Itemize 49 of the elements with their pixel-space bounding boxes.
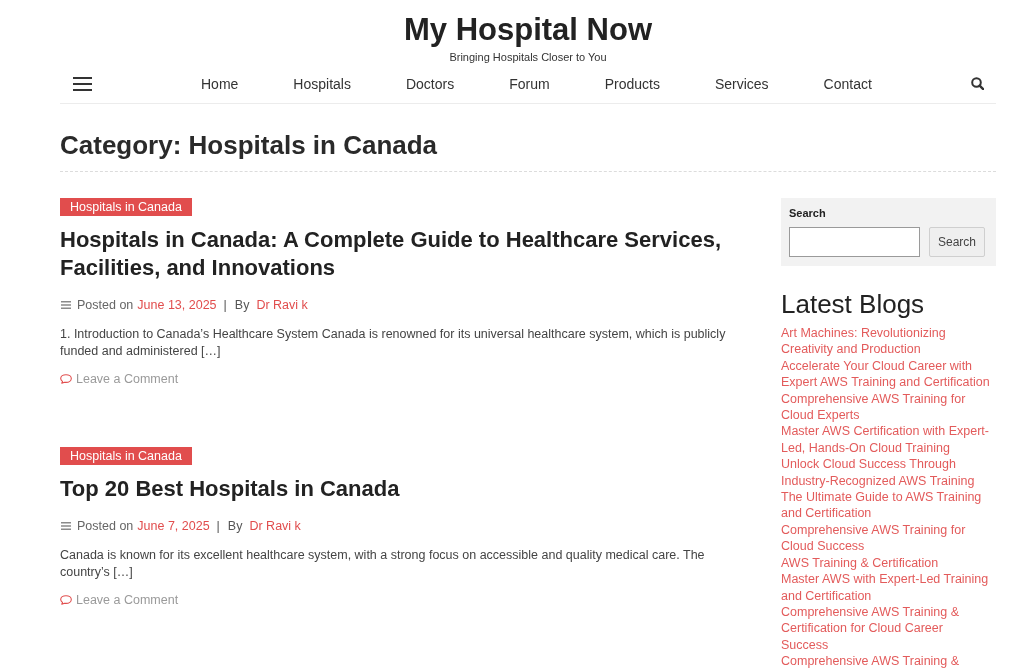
posted-label: Posted on — [77, 297, 134, 313]
nav-link[interactable]: Contact — [823, 73, 872, 94]
category-tag[interactable]: Hospitals in Canada — [60, 198, 192, 216]
speech-bubble-icon — [60, 595, 72, 605]
search-field[interactable] — [789, 227, 920, 257]
list-icon — [61, 301, 71, 309]
blog-link[interactable]: AWS Training & Certification — [781, 554, 992, 572]
post-excerpt: 1. Introduction to Canada’s Healthcare System Canada is renowned for its universal healthcare system, which is publicly funded and administered […] — [60, 326, 727, 359]
meta-separator: | — [223, 297, 227, 313]
post-title[interactable]: Hospitals in Canada: A Complete Guide to Healthcare Services, Facilities, and Innovations — [60, 226, 748, 282]
blog-link[interactable]: Accelerate Your Cloud Career with Expert AWS Training and Certification — [781, 357, 992, 391]
by-label: By — [227, 518, 243, 534]
speech-bubble-icon — [60, 374, 72, 384]
search-button[interactable]: Search — [929, 227, 986, 257]
nav-link[interactable]: Hospitals — [293, 73, 351, 94]
post-excerpt: Canada is known for its excellent healthcare system, with a strong focus on accessible and quality medical care. The country’s […] — [60, 547, 706, 580]
blog-link[interactable]: Comprehensive AWS Training for Cloud Experts — [781, 390, 992, 424]
search-label: Search — [789, 206, 827, 220]
comment-link[interactable]: Leave a Comment — [60, 592, 179, 608]
category-tag[interactable]: Hospitals in Canada — [60, 447, 192, 465]
post-date[interactable]: June 13, 2025 — [137, 297, 217, 313]
meta-separator: | — [216, 518, 220, 534]
blog-link[interactable]: The Ultimate Guide to AWS Training and Certification — [781, 489, 992, 522]
blog-link[interactable]: Comprehensive AWS Training & Certification for Cloud Career Success — [781, 603, 992, 654]
blog-link[interactable]: Master AWS with Expert-Led Training and Certification — [781, 571, 992, 604]
blog-link[interactable]: Art Machines: Revolutionizing Creativity and Production — [781, 325, 992, 358]
widget-title: Latest Blogs — [781, 288, 926, 320]
blog-link[interactable]: Master AWS Certification with Expert-Led, Hands-On Cloud Training — [781, 423, 992, 457]
site-title[interactable]: My Hospital Now — [404, 12, 652, 48]
search-icon[interactable] — [971, 77, 984, 90]
post-date[interactable]: June 7, 2025 — [137, 518, 210, 534]
nav-link[interactable]: Home — [201, 73, 239, 94]
author-link[interactable]: Dr Ravi k — [256, 297, 308, 313]
menu-icon[interactable] — [73, 76, 92, 91]
blog-link[interactable]: Comprehensive AWS Training & — [781, 653, 992, 670]
blog-link[interactable]: Comprehensive AWS Training for Cloud Success — [781, 521, 992, 555]
posted-label: Posted on — [77, 518, 134, 534]
nav-link[interactable]: Forum — [509, 73, 550, 94]
site-tagline: Bringing Hospitals Closer to You — [449, 50, 607, 64]
nav-link[interactable]: Doctors — [405, 73, 455, 94]
comment-link[interactable]: Leave a Comment — [60, 371, 179, 387]
nav-link[interactable]: Products — [604, 73, 660, 94]
author-link[interactable]: Dr Ravi k — [249, 518, 301, 534]
nav-link[interactable]: Services — [714, 73, 769, 94]
page-title: Category: Hospitals in Canada — [60, 129, 439, 161]
by-label: By — [234, 297, 250, 313]
list-icon — [61, 522, 71, 530]
post-title[interactable]: Top 20 Best Hospitals in Canada — [60, 475, 748, 503]
blog-link[interactable]: Unlock Cloud Success Through Industry-Recognized AWS Training — [781, 456, 992, 490]
